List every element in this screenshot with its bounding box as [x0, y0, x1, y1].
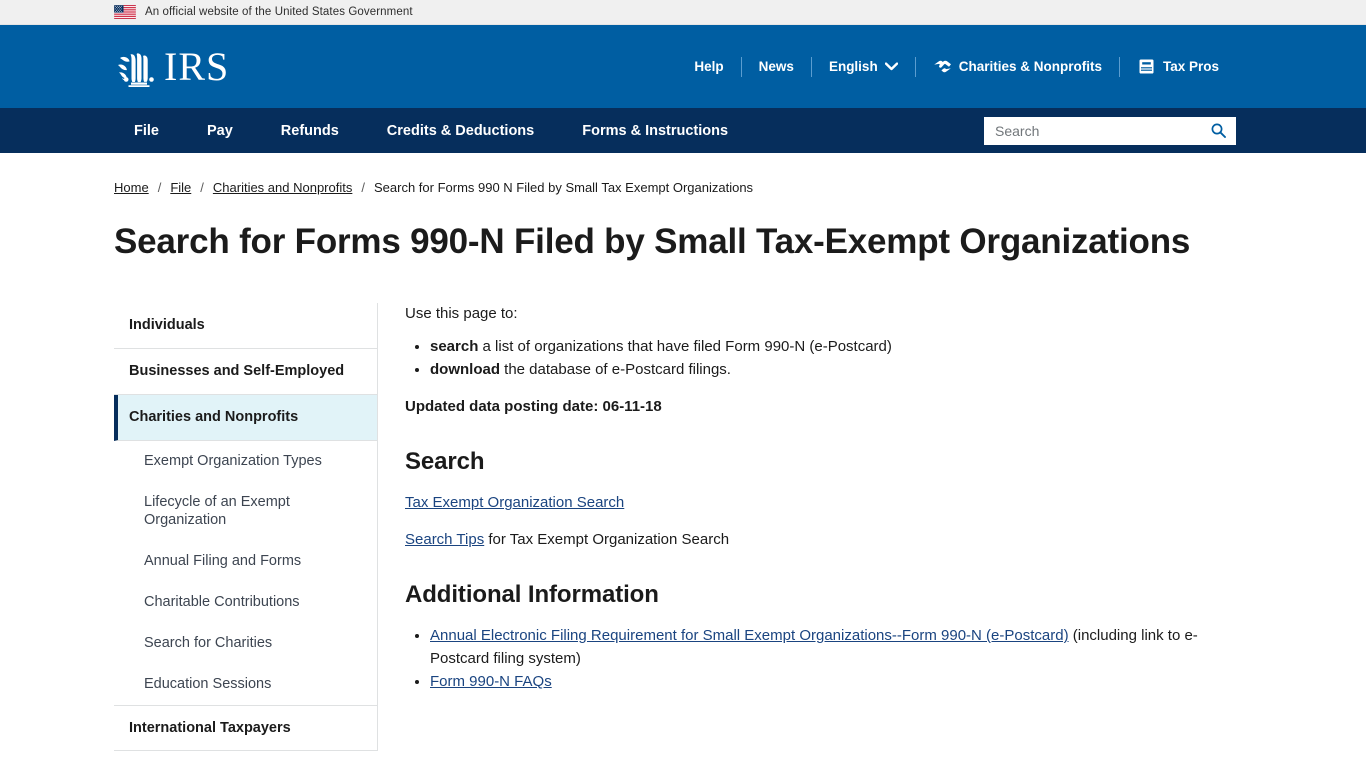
sidebar-item-annual-filing-and-forms[interactable]: Annual Filing and Forms [114, 541, 377, 582]
sidebar-item-lifecycle-of-an-exempt-organization[interactable]: Lifecycle of an Exempt Organization [114, 482, 377, 542]
nav-item-file[interactable]: File [114, 123, 183, 139]
search-section-heading: Search [405, 448, 485, 476]
utility-link-tax-pros-label: Tax Pros [1162, 59, 1219, 74]
irs-logo[interactable]: IRS [114, 44, 229, 90]
list-item: Form 990-N FAQs [430, 671, 1226, 694]
list-item: search a list of organizations that have… [430, 336, 1226, 359]
government-banner-text: An official website of the United States… [145, 6, 413, 18]
link-annual-electronic-filing-requirement[interactable]: Annual Electronic Filing Requirement for… [430, 627, 1069, 644]
nav-item-refunds[interactable]: Refunds [257, 123, 363, 139]
search-submit-button[interactable] [1201, 118, 1235, 144]
search-tips-rest: for Tax Exempt Organization Search [484, 530, 730, 548]
sidebar-nav: Individuals Businesses and Self-Employed… [114, 303, 378, 752]
sidebar-item-search-for-charities[interactable]: Search for Charities [114, 623, 377, 664]
chevron-down-icon [884, 62, 898, 71]
nav-item-credits-deductions[interactable]: Credits & Deductions [363, 123, 558, 139]
breadcrumb-item-current: Search for Forms 990 N Filed by Small Ta… [373, 180, 754, 195]
sidebar-item-exempt-organization-types[interactable]: Exempt Organization Types [114, 441, 377, 482]
sidebar-item-businesses-and-self-employed[interactable]: Businesses and Self-Employed [114, 349, 377, 395]
irs-eagle-seal-icon [118, 52, 154, 87]
language-selector[interactable]: English [812, 59, 915, 74]
usage-bullet-1-bold: search [430, 337, 479, 355]
link-form-990n-faqs[interactable]: Form 990-N FAQs [430, 673, 552, 690]
additional-information-list: Annual Electronic Filing Requirement for… [405, 625, 1226, 694]
language-selector-label: English [828, 59, 878, 74]
breadcrumb-item-charities-and-nonprofits[interactable]: Charities and Nonprofits [213, 180, 352, 195]
page-title: Search for Forms 990-N Filed by Small Ta… [114, 222, 1191, 261]
sidebar-item-education-sessions[interactable]: Education Sessions [114, 664, 377, 705]
utility-link-charities-label: Charities & Nonprofits [958, 59, 1102, 74]
breadcrumb-separator: / [200, 180, 204, 195]
utility-link-news[interactable]: News [742, 59, 811, 74]
nav-item-forms-instructions[interactable]: Forms & Instructions [558, 123, 752, 139]
sidebar-item-international-taxpayers[interactable]: International Taxpayers [114, 706, 377, 752]
main-content: Use this page to: search a list of organ… [378, 303, 1366, 751]
usage-bullet-1-rest: a list of organizations that have filed … [478, 337, 892, 355]
utility-link-charities-nonprofits[interactable]: Charities & Nonprofits [916, 58, 1119, 75]
sidebar-item-charities-and-nonprofits[interactable]: Charities and Nonprofits [114, 394, 377, 441]
utility-link-news-label: News [758, 59, 794, 74]
utility-link-help-label: Help [694, 59, 724, 74]
list-item: Annual Electronic Filing Requirement for… [430, 625, 1226, 670]
sidebar-item-charitable-contributions[interactable]: Charitable Contributions [114, 582, 377, 623]
breadcrumb-separator: / [361, 180, 365, 195]
breadcrumb: Home / File / Charities and Nonprofits /… [0, 153, 1366, 195]
us-flag-icon [114, 5, 136, 19]
search-tips-row: Search Tips for Tax Exempt Organization … [405, 529, 1226, 552]
handshake-icon [933, 60, 951, 73]
tax-exempt-org-search-row: Tax Exempt Organization Search [405, 492, 1226, 515]
government-banner: An official website of the United States… [0, 0, 1366, 25]
search-icon [1211, 123, 1226, 138]
utility-link-help[interactable]: Help [677, 59, 740, 74]
additional-information-heading: Additional Information [405, 581, 659, 609]
primary-nav: File Pay Refunds Credits & Deductions Fo… [0, 108, 1366, 153]
usage-list: search a list of organizations that have… [405, 336, 1226, 382]
breadcrumb-separator: / [157, 180, 162, 195]
usage-bullet-2-bold: download [430, 361, 500, 379]
primary-nav-items: File Pay Refunds Credits & Deductions Fo… [114, 123, 752, 139]
irs-logo-text: IRS [164, 43, 230, 89]
search-box [984, 116, 1236, 145]
link-search-tips[interactable]: Search Tips [405, 531, 484, 548]
page-body: Individuals Businesses and Self-Employed… [0, 303, 1366, 752]
list-item: download the database of e-Postcard fili… [430, 359, 1226, 382]
sidebar-item-individuals[interactable]: Individuals [114, 303, 377, 350]
intro-text: Use this page to: [405, 305, 518, 323]
search-input[interactable] [985, 117, 1201, 144]
usage-bullet-2-rest: the database of e-Postcard filings. [500, 361, 731, 379]
posting-date: Updated data posting date: 06-11-18 [405, 397, 662, 415]
utility-link-tax-pros[interactable]: Tax Pros [1120, 58, 1236, 75]
utility-nav: Help News English Charities & Nonprofits [677, 25, 1236, 108]
link-tax-exempt-organization-search[interactable]: Tax Exempt Organization Search [405, 494, 624, 511]
book-icon [1139, 59, 1154, 74]
breadcrumb-item-home[interactable]: Home [114, 180, 149, 195]
nav-item-pay[interactable]: Pay [183, 123, 257, 139]
masthead: IRS Help News English Charities & Nonpro… [0, 25, 1366, 108]
breadcrumb-item-file[interactable]: File [170, 180, 191, 195]
